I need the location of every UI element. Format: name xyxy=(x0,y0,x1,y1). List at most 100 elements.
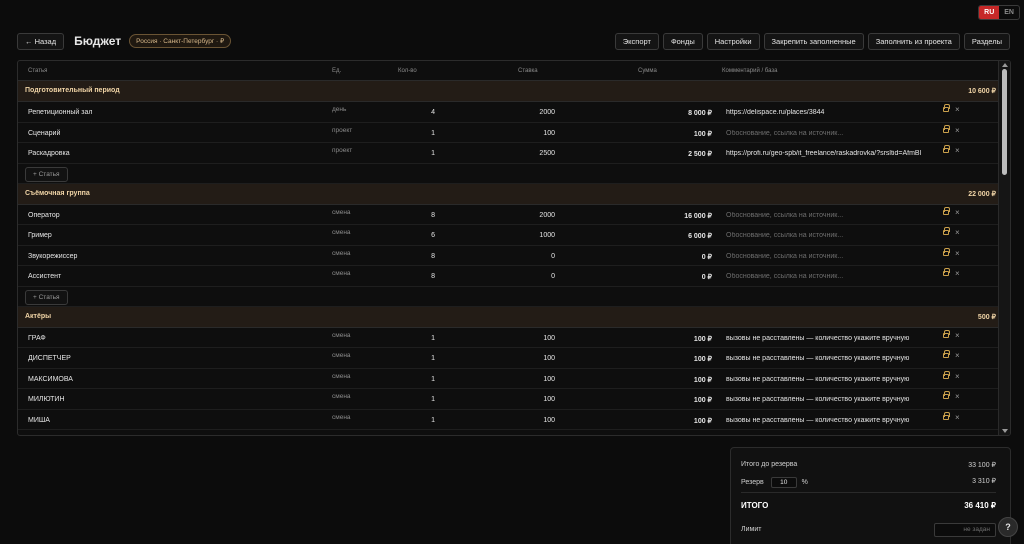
remove-row-icon[interactable]: × xyxy=(955,249,960,258)
region-badge[interactable]: Россия · Санкт-Петербург · ₽ xyxy=(129,34,232,48)
unit-field[interactable]: смена xyxy=(332,250,351,257)
comment-field[interactable]: Обоснование, ссылка на источник... xyxy=(726,232,928,239)
remove-row-icon[interactable]: × xyxy=(955,228,960,237)
qty-field[interactable]: 8 xyxy=(378,273,435,280)
qty-field[interactable]: 1 xyxy=(378,376,435,383)
reserve-percent-input[interactable]: 10 xyxy=(770,477,797,488)
qty-field[interactable]: 1 xyxy=(378,396,435,403)
qty-field[interactable]: 4 xyxy=(378,109,435,116)
add-item-button[interactable]: + Статья xyxy=(25,289,68,305)
unit-field[interactable]: смена xyxy=(332,209,351,216)
remove-row-icon[interactable]: × xyxy=(955,105,960,114)
lock-icon[interactable] xyxy=(943,350,950,358)
lang-en-button[interactable]: EN xyxy=(999,6,1019,19)
rate-field[interactable]: 100 xyxy=(498,355,555,362)
qty-field[interactable]: 1 xyxy=(378,150,435,157)
pin-filled-button[interactable]: Закрепить заполненные xyxy=(763,32,864,50)
unit-field[interactable]: проект xyxy=(332,147,352,154)
limit-input[interactable]: не задан xyxy=(934,523,996,537)
qty-field[interactable]: 1 xyxy=(378,130,435,137)
remove-row-icon[interactable]: × xyxy=(955,208,960,217)
item-name-field[interactable]: МАКСИМОВА xyxy=(28,376,73,383)
rate-field[interactable]: 2500 xyxy=(498,150,555,157)
rate-field[interactable]: 1000 xyxy=(498,232,555,239)
comment-field[interactable]: Обоснование, ссылка на источник... xyxy=(726,273,928,280)
section-header[interactable]: Подготовительный период 10 600 ₽ xyxy=(18,81,998,102)
lock-icon[interactable] xyxy=(943,247,950,256)
scroll-down-arrow-icon[interactable] xyxy=(1002,429,1008,433)
unit-field[interactable]: смена xyxy=(332,332,351,339)
help-button[interactable]: ? xyxy=(998,517,1018,537)
item-name-field[interactable]: Сценарий xyxy=(28,130,60,137)
scrollbar-thumb[interactable] xyxy=(1002,69,1007,175)
item-name-field[interactable]: МИША xyxy=(28,417,50,424)
unit-field[interactable]: смена xyxy=(332,270,351,277)
item-name-field[interactable]: Репетиционный зал xyxy=(28,109,92,116)
lock-icon[interactable] xyxy=(943,104,950,112)
comment-field[interactable]: вызовы не расставлены — количество укажи… xyxy=(726,376,928,383)
fill-from-project-button[interactable]: Заполнить из проекта xyxy=(867,32,960,50)
remove-row-icon[interactable]: × xyxy=(955,146,960,155)
remove-row-icon[interactable]: × xyxy=(955,331,960,340)
unit-field[interactable]: проект xyxy=(332,127,352,134)
lock-icon[interactable] xyxy=(943,391,950,399)
lock-icon[interactable] xyxy=(943,268,950,276)
lock-icon[interactable] xyxy=(943,145,950,153)
unit-field[interactable]: смена xyxy=(332,373,351,380)
item-name-field[interactable]: Раскадровка xyxy=(28,150,70,157)
item-name-field[interactable]: МИЛЮТИН xyxy=(28,396,65,403)
unit-field[interactable]: смена xyxy=(332,414,351,421)
remove-row-icon[interactable]: × xyxy=(955,269,960,278)
vertical-scrollbar[interactable] xyxy=(998,61,1010,435)
comment-field[interactable]: вызовы не расставлены — количество укажи… xyxy=(726,335,928,342)
qty-field[interactable]: 8 xyxy=(378,212,435,219)
unit-field[interactable]: смена xyxy=(332,229,351,236)
item-name-field[interactable]: Оператор xyxy=(28,212,60,219)
rate-field[interactable]: 2000 xyxy=(498,212,555,219)
section-header[interactable]: Актёры 500 ₽ xyxy=(18,306,998,328)
item-name-field[interactable]: Гример xyxy=(28,232,52,239)
rate-field[interactable]: 100 xyxy=(498,130,555,137)
remove-row-icon[interactable]: × xyxy=(955,372,960,381)
lock-icon[interactable] xyxy=(943,206,950,215)
item-name-field[interactable]: Ассистент xyxy=(28,273,61,280)
item-name-field[interactable]: ДИСПЕТЧЕР xyxy=(28,355,71,362)
remove-row-icon[interactable]: × xyxy=(955,351,960,360)
rate-field[interactable]: 100 xyxy=(498,376,555,383)
qty-field[interactable]: 1 xyxy=(378,355,435,362)
comment-field[interactable]: вызовы не расставлены — количество укажи… xyxy=(726,396,928,403)
remove-row-icon[interactable]: × xyxy=(955,392,960,401)
comment-field[interactable]: вызовы не расставлены — количество укажи… xyxy=(726,417,928,424)
item-name-field[interactable]: Звукорежиссер xyxy=(28,253,77,260)
unit-field[interactable]: день xyxy=(332,106,346,113)
rate-field[interactable]: 2000 xyxy=(498,109,555,116)
rate-field[interactable]: 0 xyxy=(498,253,555,260)
lang-ru-button[interactable]: RU xyxy=(979,6,1000,19)
comment-field[interactable]: https://profi.ru/geo-spb/it_freelance/ra… xyxy=(726,150,928,157)
unit-field[interactable]: смена xyxy=(332,393,351,400)
qty-field[interactable]: 8 xyxy=(378,253,435,260)
add-item-button[interactable]: + Статья xyxy=(25,166,68,182)
comment-field[interactable]: Обоснование, ссылка на источник... xyxy=(726,253,928,260)
funds-button[interactable]: Фонды xyxy=(662,32,703,50)
comment-field[interactable]: Обоснование, ссылка на источник... xyxy=(726,212,928,219)
lock-icon[interactable] xyxy=(943,329,950,338)
comment-field[interactable]: Обоснование, ссылка на источник... xyxy=(726,130,928,137)
settings-button[interactable]: Настройки xyxy=(706,32,760,50)
rate-field[interactable]: 100 xyxy=(498,335,555,342)
remove-row-icon[interactable]: × xyxy=(955,126,960,135)
item-name-field[interactable]: ГРАФ xyxy=(28,335,46,342)
comment-field[interactable]: вызовы не расставлены — количество укажи… xyxy=(726,355,928,362)
qty-field[interactable]: 6 xyxy=(378,232,435,239)
scroll-up-arrow-icon[interactable] xyxy=(1002,63,1008,67)
lock-icon[interactable] xyxy=(943,227,950,235)
lock-icon[interactable] xyxy=(943,370,950,379)
qty-field[interactable]: 1 xyxy=(378,417,435,424)
back-button[interactable]: ← Назад xyxy=(17,32,65,50)
lock-icon[interactable] xyxy=(943,124,950,133)
section-header[interactable]: Съёмочная группа 22 000 ₽ xyxy=(18,183,998,205)
lock-icon[interactable] xyxy=(943,411,950,420)
unit-field[interactable]: смена xyxy=(332,352,351,359)
qty-field[interactable]: 1 xyxy=(378,335,435,342)
rate-field[interactable]: 100 xyxy=(498,417,555,424)
